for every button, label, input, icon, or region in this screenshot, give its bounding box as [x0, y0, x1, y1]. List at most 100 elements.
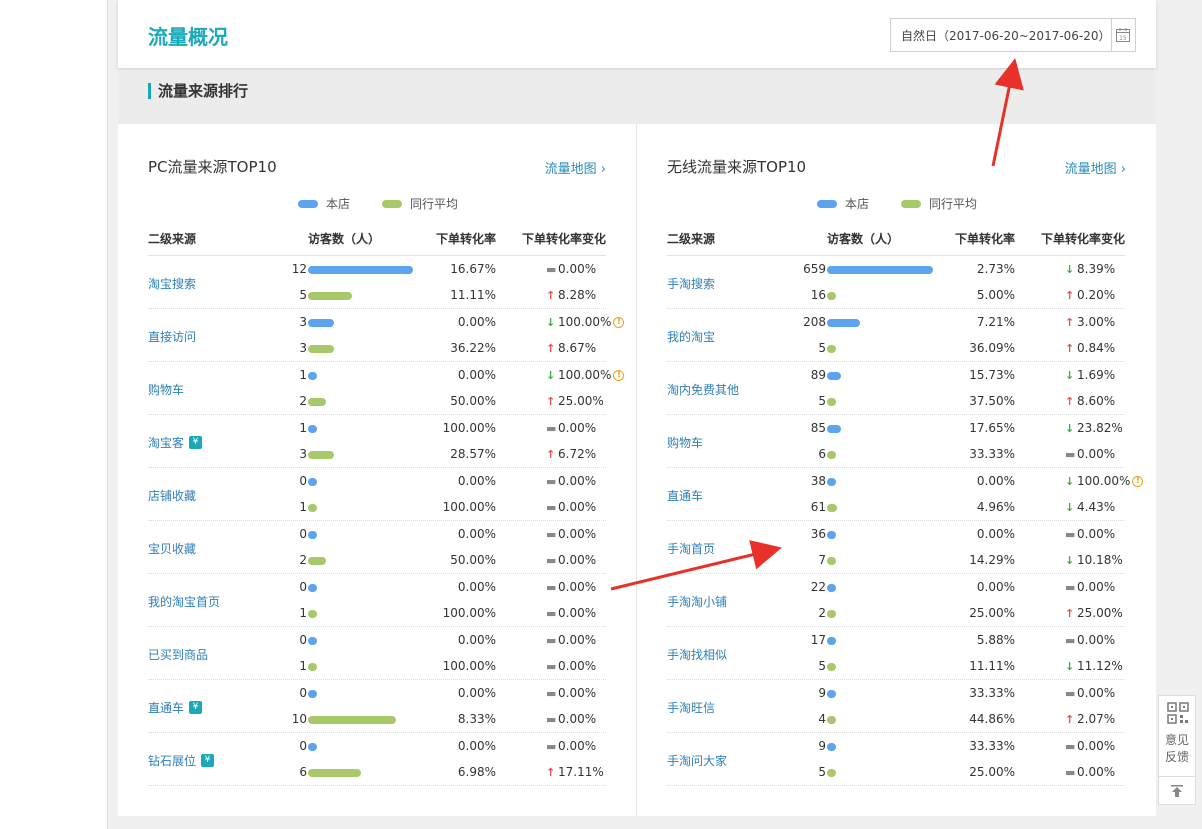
- store-rate-change-value: 0.00%: [558, 739, 597, 753]
- arrow-down-icon: ↓: [1065, 368, 1075, 382]
- mobile-legend: 本店 同行平均: [817, 195, 1009, 212]
- feedback-line-2[interactable]: 反馈: [1159, 749, 1195, 766]
- arrow-down-icon: ↓: [1065, 659, 1075, 673]
- dash-icon: ▬: [546, 262, 557, 276]
- warning-icon[interactable]: !: [613, 369, 625, 381]
- peer-visitors: 3: [299, 447, 307, 461]
- store-conversion-rate: 15.73%: [969, 368, 1015, 382]
- source-row-group: 店铺收藏 0 0.00% ▬ 0.00% 1 100.00% ▬ 0.00%: [148, 468, 606, 521]
- arrow-up-icon: ↑: [1065, 315, 1075, 329]
- dash-icon: ▬: [1065, 527, 1076, 541]
- store-rate-change-value: 23.82%: [1077, 421, 1123, 435]
- date-range-text[interactable]: 自然日（2017-06-20~2017-06-20）: [891, 27, 1111, 44]
- store-visitors-bar: [827, 637, 836, 645]
- source-row-group: 淘宝客 ¥1 100.00% ▬ 0.00% 3 28.57% ↑ 6.72%: [148, 415, 606, 468]
- legend-peer: 同行平均: [901, 195, 977, 212]
- peer-rate-change: ▬ 0.00%: [546, 659, 596, 673]
- source-row-group: 钻石展位 ¥0 0.00% ▬ 0.00% 6 6.98% ↑ 17.11%: [148, 733, 606, 786]
- pc-map-link-label[interactable]: 流量地图: [545, 162, 597, 177]
- warning-icon[interactable]: !: [613, 316, 625, 328]
- store-conversion-rate: 0.00%: [976, 527, 1015, 541]
- store-visitors-bar: [308, 690, 317, 698]
- legend-peer-label: 同行平均: [410, 197, 459, 211]
- pc-traffic-map-link[interactable]: 流量地图 ›: [545, 158, 606, 177]
- peer-visitors-bar: [308, 769, 361, 777]
- store-rate-change-value: 0.00%: [558, 580, 597, 594]
- peer-subrow: 5 11.11% ↑ 8.28%: [148, 282, 606, 308]
- peer-conversion-rate: 33.33%: [969, 447, 1015, 461]
- store-visitors-bar: [308, 637, 317, 645]
- peer-rate-change: ↑ 2.07%: [1065, 712, 1115, 726]
- store-conversion-rate: 100.00%: [442, 421, 496, 435]
- calendar-button[interactable]: 15: [1110, 19, 1135, 51]
- warning-icon[interactable]: !: [1132, 475, 1144, 487]
- store-rate-change: ▬ 0.00%: [1065, 527, 1115, 541]
- qr-code-icon[interactable]: [1167, 702, 1189, 724]
- feedback-button[interactable]: 意见 反馈: [1159, 732, 1195, 766]
- store-subrow: 0 0.00% ▬ 0.00%: [148, 680, 606, 706]
- peer-visitors-bar: [827, 451, 836, 459]
- dash-icon: ▬: [546, 712, 557, 726]
- store-conversion-rate: 0.00%: [457, 739, 496, 753]
- date-range-picker[interactable]: 自然日（2017-06-20~2017-06-20） 15: [890, 18, 1136, 52]
- store-visitors-bar: [308, 478, 317, 486]
- feedback-line-1[interactable]: 意见: [1159, 732, 1195, 749]
- side-toolbar: 意见 反馈: [1158, 695, 1196, 805]
- peer-rate-change: ▬ 0.00%: [546, 553, 596, 567]
- store-subrow: 0 0.00% ▬ 0.00%: [148, 521, 606, 547]
- peer-visitors: 5: [818, 765, 826, 779]
- store-rate-change-value: 100.00%: [558, 368, 612, 382]
- peer-subrow: 6 33.33% ▬ 0.00%: [667, 441, 1125, 467]
- legend-store-label: 本店: [845, 197, 870, 211]
- store-visitors: 12: [291, 262, 307, 276]
- peer-rate-change-value: 4.43%: [1077, 500, 1116, 514]
- store-subrow: 0 0.00% ▬ 0.00%: [148, 627, 606, 653]
- peer-conversion-rate: 6.98%: [457, 765, 496, 779]
- legend-peer: 同行平均: [382, 195, 458, 212]
- store-rate-change: ↑ 3.00%: [1065, 315, 1115, 329]
- source-row-group: 淘宝搜索 12 16.67% ▬ 0.00% 5 11.11% ↑ 8.28%: [148, 256, 606, 309]
- peer-rate-change-value: 0.20%: [1077, 288, 1116, 302]
- store-rate-change: ↓ 100.00%!: [546, 315, 625, 329]
- peer-subrow: 5 11.11% ↓ 11.12%: [667, 653, 1125, 679]
- store-rate-change-value: 0.00%: [558, 262, 597, 276]
- store-rate-change-value: 0.00%: [1077, 739, 1116, 753]
- store-conversion-rate: 16.67%: [450, 262, 496, 276]
- peer-rate-change-value: 8.60%: [1077, 394, 1116, 408]
- peer-conversion-rate: 36.09%: [969, 341, 1015, 355]
- peer-rate-change: ▬ 0.00%: [546, 606, 596, 620]
- source-row-group: 直接访问 3 0.00% ↓ 100.00%! 3 36.22% ↑ 8.67%: [148, 309, 625, 362]
- store-rate-change-value: 0.00%: [1077, 527, 1116, 541]
- peer-subrow: 6 6.98% ↑ 17.11%: [148, 759, 606, 785]
- header-rate: 下单转化率: [955, 232, 1016, 246]
- peer-visitors: 7: [818, 553, 826, 567]
- back-to-top-button[interactable]: [1159, 776, 1195, 804]
- store-visitors-bar: [827, 584, 836, 592]
- store-rate-change-value: 1.69%: [1077, 368, 1116, 382]
- peer-conversion-rate: 4.96%: [976, 500, 1015, 514]
- store-visitors-bar: [308, 584, 317, 592]
- dash-icon: ▬: [546, 739, 557, 753]
- peer-visitors: 1: [299, 659, 307, 673]
- peer-rate-change: ↑ 25.00%: [1065, 606, 1123, 620]
- store-subrow: 36 0.00% ▬ 0.00%: [667, 521, 1125, 547]
- peer-visitors-bar: [827, 663, 836, 671]
- peer-visitors-bar: [308, 504, 317, 512]
- store-rate-change-value: 0.00%: [1077, 686, 1116, 700]
- dash-icon: ▬: [1065, 739, 1076, 753]
- peer-subrow: 2 50.00% ↑ 25.00%: [148, 388, 606, 414]
- peer-rate-change: ▬ 0.00%: [1065, 765, 1115, 779]
- store-conversion-rate: 0.00%: [976, 580, 1015, 594]
- mobile-traffic-map-link[interactable]: 流量地图 ›: [1065, 158, 1126, 177]
- peer-rate-change: ▬ 0.00%: [546, 712, 596, 726]
- peer-subrow: 5 25.00% ▬ 0.00%: [667, 759, 1125, 785]
- mobile-map-link-label[interactable]: 流量地图: [1065, 162, 1117, 177]
- dash-icon: ▬: [546, 553, 557, 567]
- store-rate-change: ▬ 0.00%: [546, 527, 596, 541]
- store-subrow: 0 0.00% ▬ 0.00%: [148, 574, 606, 600]
- store-subrow: 9 33.33% ▬ 0.00%: [667, 680, 1125, 706]
- source-row-group: 手淘问大家 9 33.33% ▬ 0.00% 5 25.00% ▬ 0.00%: [667, 733, 1125, 786]
- arrow-up-icon: ↑: [546, 394, 556, 408]
- arrow-up-icon: ↑: [1065, 341, 1075, 355]
- store-visitors: 0: [299, 474, 307, 488]
